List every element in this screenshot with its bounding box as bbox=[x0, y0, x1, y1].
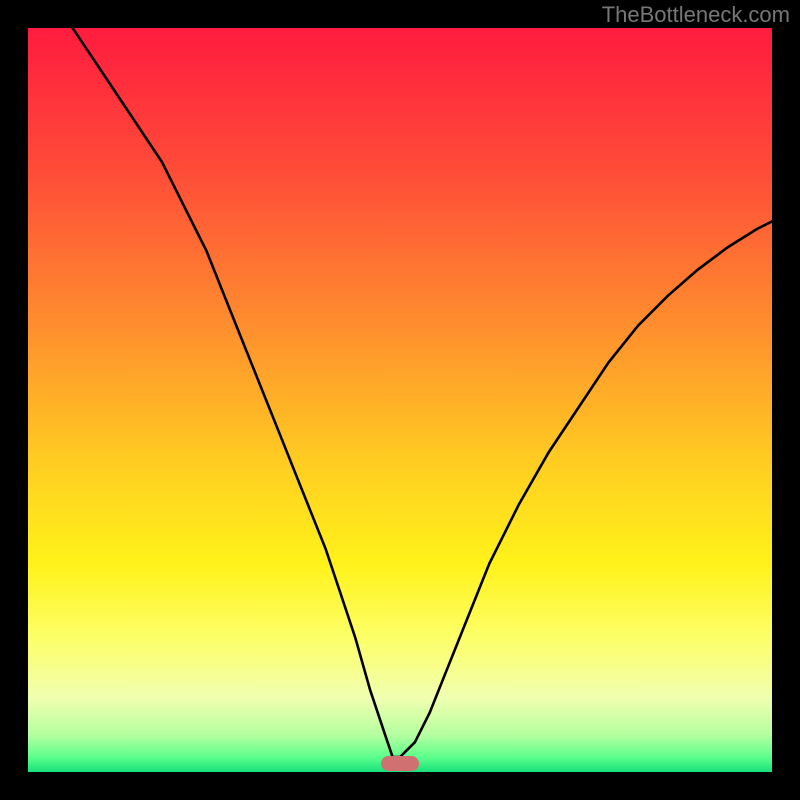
plot-area bbox=[28, 28, 772, 772]
attribution-label: TheBottleneck.com bbox=[602, 2, 790, 28]
chart-frame: TheBottleneck.com bbox=[0, 0, 800, 800]
bottleneck-curve bbox=[28, 28, 772, 772]
optimum-marker bbox=[381, 756, 418, 772]
